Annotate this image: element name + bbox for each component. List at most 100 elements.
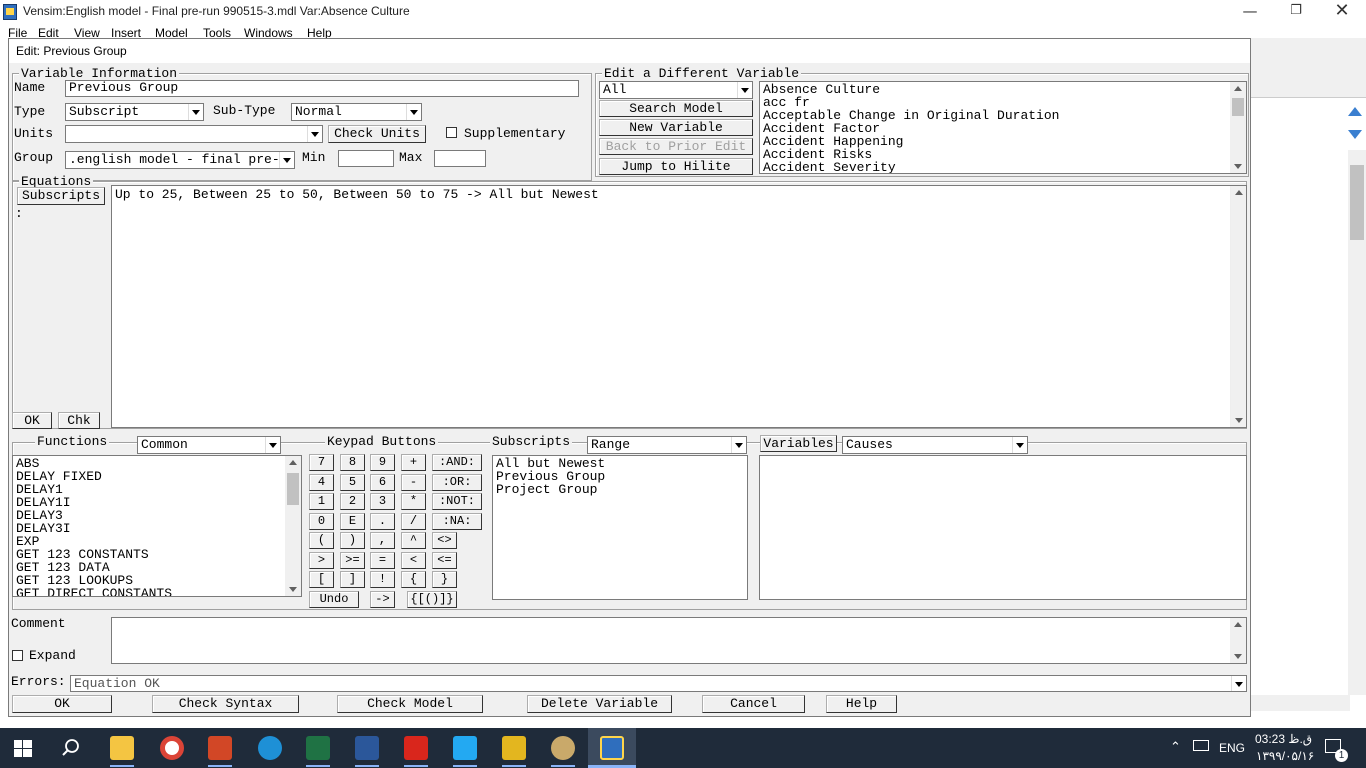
keypad-key-minus[interactable]: - [401,474,426,491]
keypad-key-or[interactable]: :OR: [432,474,482,491]
background-horizontal-scrollbar[interactable] [1250,695,1350,711]
menu-help[interactable]: Help [307,26,332,38]
close-icon[interactable]: ✕ [1319,0,1365,24]
subtype-select[interactable]: Normal [291,103,422,121]
word-icon[interactable] [355,736,379,760]
keypad-key-not[interactable]: :NOT: [432,493,482,510]
ok-button[interactable]: OK [12,695,112,713]
keypad-key-dot[interactable]: . [370,513,395,530]
function-category-select[interactable]: Common [137,436,281,454]
keypad-key-less[interactable]: < [401,552,426,569]
name-field[interactable]: Previous Group [65,80,579,97]
expand-checkbox[interactable] [12,650,23,661]
max-field[interactable] [434,150,486,167]
variable-filter-select[interactable]: All [599,81,753,99]
minimize-icon[interactable]: — [1227,0,1273,24]
function-list-scrollbar[interactable] [285,456,301,596]
keypad-key-close-brace[interactable]: } [432,571,457,588]
group-select[interactable]: .english model - final pre- [65,151,295,169]
comment-scrollbar[interactable] [1230,618,1246,663]
keypad-key-2[interactable]: 2 [340,493,365,510]
search-icon[interactable] [61,738,81,758]
acrobat-icon[interactable] [404,736,428,760]
menu-file[interactable]: File [8,26,27,38]
keypad-key-4[interactable]: 4 [309,474,334,491]
errors-select[interactable]: Equation OK [70,675,1247,692]
keypad-key-plus[interactable]: + [401,454,426,471]
list-item[interactable]: Project Group [493,483,747,496]
variables-button[interactable]: Variables [760,435,837,452]
comment-field[interactable] [111,617,1247,664]
keypad-key-equal[interactable]: = [370,552,395,569]
equation-check-button[interactable]: Chk [58,412,100,429]
list-item[interactable]: Absence Culture [760,83,1246,96]
maximize-icon[interactable]: ❐ [1273,0,1319,24]
variables-list[interactable] [759,455,1247,600]
keypad-key-arrow[interactable]: -> [370,591,395,608]
clock-date[interactable]: ۱۳۹۹/۰۵/۱۶ [1256,749,1314,763]
equation-scrollbar[interactable] [1230,186,1246,427]
keypad-key-5[interactable]: 5 [340,474,365,491]
scroll-up-icon[interactable] [1234,622,1242,627]
keypad-key-less-equal[interactable]: <= [432,552,457,569]
search-model-button[interactable]: Search Model [599,100,753,117]
keypad-key-brackets[interactable]: {[()]} [407,591,457,608]
scroll-down-icon[interactable] [289,587,297,592]
windows-start-icon[interactable] [14,740,32,757]
tray-chevron-up-icon[interactable]: ⌃ [1170,739,1181,755]
scroll-up-icon[interactable] [1235,190,1243,195]
list-item[interactable]: GET DIRECT CONSTANTS [13,587,301,596]
scroll-up-icon[interactable] [1234,86,1242,91]
jump-to-hilite-button[interactable]: Jump to Hilite [599,158,753,175]
scroll-down-arrow-icon[interactable] [1348,130,1362,139]
units-select[interactable] [65,125,323,143]
scroll-up-arrow-icon[interactable] [1348,107,1362,116]
powerpoint-icon[interactable] [208,736,232,760]
menu-tools[interactable]: Tools [203,26,231,38]
keypad-key-6[interactable]: 6 [370,474,395,491]
min-field[interactable] [338,150,394,167]
keypad-key-e[interactable]: E [340,513,365,530]
keypad-key-greater-equal[interactable]: >= [340,552,365,569]
keypad-key-open-bracket[interactable]: [ [309,571,334,588]
function-list[interactable]: ABS DELAY FIXED DELAY1 DELAY1I DELAY3 DE… [12,455,302,597]
file-explorer-icon[interactable] [110,736,134,760]
chrome-icon[interactable] [160,736,184,760]
variable-list[interactable]: Absence Culture acc fr Acceptable Change… [759,81,1247,174]
type-select[interactable]: Subscript [65,103,204,121]
variable-list-scrollbar[interactable] [1230,82,1246,173]
equation-ok-button[interactable]: OK [12,412,52,429]
menu-edit[interactable]: Edit [38,26,59,38]
back-to-prior-edit-button[interactable]: Back to Prior Edit [599,138,753,155]
check-units-button[interactable]: Check Units [328,125,426,143]
keypad-key-divide[interactable]: / [401,513,426,530]
scroll-down-icon[interactable] [1234,164,1242,169]
vensim-taskbar-active[interactable] [588,728,636,768]
app-icon-2[interactable] [551,736,575,760]
network-icon[interactable] [1193,740,1209,751]
keypad-key-not-equal[interactable]: <> [432,532,457,549]
background-scroll-thumb[interactable] [1350,165,1364,240]
keypad-key-and[interactable]: :AND: [432,454,482,471]
edge-icon[interactable] [258,736,282,760]
excel-icon[interactable] [306,736,330,760]
keypad-key-na[interactable]: :NA: [432,513,482,530]
keypad-key-greater[interactable]: > [309,552,334,569]
keypad-key-0[interactable]: 0 [309,513,334,530]
menu-model[interactable]: Model [155,26,188,38]
clock-time[interactable]: 03:23 ق.ظ [1255,732,1312,746]
keypad-key-multiply[interactable]: * [401,493,426,510]
scroll-thumb[interactable] [1232,98,1244,116]
subscripts-mode-select[interactable]: Range [587,436,747,454]
check-model-button[interactable]: Check Model [337,695,483,713]
list-item[interactable]: DELAY3I [13,522,301,535]
keypad-undo-button[interactable]: Undo [309,591,359,608]
help-button[interactable]: Help [826,695,897,713]
equation-editor[interactable]: Up to 25, Between 25 to 50, Between 50 t… [111,185,1247,428]
language-indicator[interactable]: ENG [1219,741,1245,755]
check-syntax-button[interactable]: Check Syntax [152,695,299,713]
keypad-key-close-paren[interactable]: ) [340,532,365,549]
keypad-key-1[interactable]: 1 [309,493,334,510]
scroll-up-icon[interactable] [289,460,297,465]
scroll-down-icon[interactable] [1234,654,1242,659]
